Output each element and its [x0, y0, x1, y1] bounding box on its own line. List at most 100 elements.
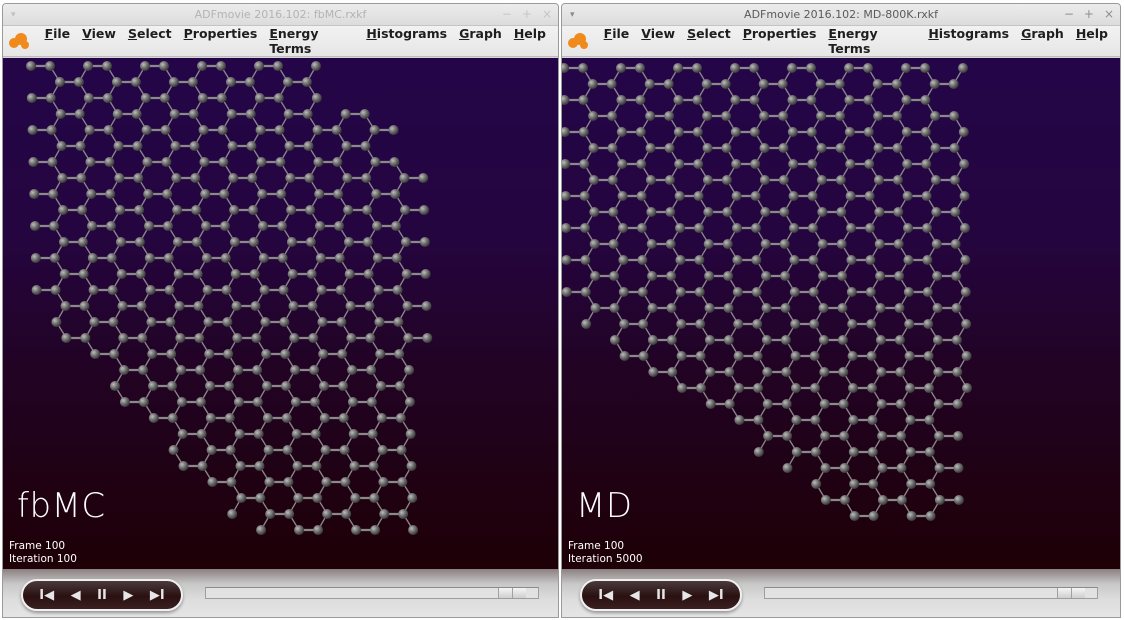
menu-select[interactable]: Select [687, 26, 731, 56]
window-menu-icon[interactable]: ▾ [11, 10, 16, 20]
previous-frame-button[interactable]: ◀ [630, 589, 640, 602]
carbon-atom [806, 95, 817, 105]
carbon-atom [723, 335, 734, 345]
menu-properties[interactable]: Properties [743, 26, 817, 56]
carbon-atom [863, 95, 874, 105]
menu-file[interactable]: File [45, 26, 71, 56]
carbon-atom [253, 429, 264, 439]
carbon-atom [891, 79, 902, 89]
carbon-atom [197, 93, 208, 103]
carbon-atom [367, 429, 378, 439]
menu-file[interactable]: File [604, 26, 630, 56]
carbon-atom [220, 253, 231, 263]
first-frame-button[interactable]: I◀ [598, 589, 613, 602]
iteration-number: Iteration 5000 [568, 553, 643, 565]
frame-slider[interactable] [764, 587, 1098, 599]
next-frame-button[interactable]: ▶ [682, 589, 692, 602]
carbon-atom [924, 383, 934, 393]
carbon-atom [319, 381, 329, 391]
molecule-viewport[interactable]: MD Frame 100 Iteration 5000 [562, 58, 1120, 569]
carbon-atom [588, 111, 599, 121]
maximize-button[interactable]: + [1084, 7, 1094, 21]
carbon-atom [863, 63, 873, 73]
menu-energy-terms[interactable]: Energy Terms [269, 26, 354, 56]
carbon-atom [376, 381, 386, 391]
carbon-atom [61, 333, 72, 343]
maximize-button[interactable]: + [522, 7, 532, 21]
carbon-atom [113, 141, 124, 151]
minimize-button[interactable]: − [502, 7, 512, 21]
carbon-atom [562, 159, 571, 169]
title-bar[interactable]: ▾ ADFmovie 2016.102: MD-800K.rxkf − + × [562, 4, 1120, 26]
carbon-atom [702, 175, 713, 185]
menu-properties[interactable]: Properties [184, 26, 258, 56]
carbon-atom [304, 173, 315, 183]
menu-histograms[interactable]: Histograms [366, 26, 447, 56]
carbon-atom [199, 157, 210, 167]
menu-energy-terms[interactable]: Energy Terms [828, 26, 916, 56]
carbon-atom [334, 253, 345, 263]
carbon-atom [27, 125, 38, 135]
carbon-atom [839, 495, 850, 505]
carbon-atom [273, 93, 284, 103]
carbon-atom [225, 77, 236, 87]
menu-select[interactable]: Select [128, 26, 172, 56]
carbon-atom [321, 477, 332, 487]
close-button[interactable]: × [1104, 7, 1114, 21]
carbon-atom [397, 477, 408, 487]
carbon-atom [811, 479, 822, 489]
carbon-atom [817, 207, 828, 217]
carbon-atom [847, 351, 858, 361]
close-button[interactable]: × [542, 7, 552, 21]
title-bar[interactable]: ▾ ADFmovie 2016.102: fbMC.rxkf − + × [3, 4, 558, 26]
carbon-atom [637, 255, 648, 265]
menu-histograms[interactable]: Histograms [928, 26, 1009, 56]
carbon-atom [373, 285, 384, 295]
carbon-atom [618, 255, 629, 265]
carbon-atom [364, 301, 375, 311]
carbon-atom [171, 173, 182, 183]
menu-help[interactable]: Help [1076, 26, 1108, 56]
frame-slider-thumb[interactable] [1057, 588, 1085, 598]
molecule-viewport[interactable]: fbMC Frame 100 Iteration 100 [3, 58, 558, 569]
carbon-atom [233, 365, 244, 375]
previous-frame-button[interactable]: ◀ [71, 589, 81, 602]
playback-controls: I◀ ◀ II ▶ ▶I [3, 569, 558, 617]
carbon-atom [675, 223, 685, 233]
frame-slider[interactable] [205, 587, 539, 599]
carbon-atom [876, 367, 887, 377]
carbon-atom [90, 349, 101, 359]
pause-button[interactable]: II [97, 589, 107, 602]
carbon-atom [752, 319, 763, 329]
carbon-atom [579, 159, 590, 169]
menu-view[interactable]: View [641, 26, 675, 56]
carbon-atom [400, 237, 411, 247]
pause-button[interactable]: II [656, 589, 666, 602]
carbon-atom [197, 461, 208, 471]
carbon-atom [666, 303, 677, 313]
last-frame-button[interactable]: ▶I [150, 589, 165, 602]
carbon-atom [673, 63, 683, 73]
carbon-atom [175, 333, 186, 343]
first-frame-button[interactable]: I◀ [39, 589, 54, 602]
carbon-atom [135, 269, 146, 279]
minimize-button[interactable]: − [1064, 7, 1074, 21]
carbon-atom [47, 157, 58, 167]
menu-graph[interactable]: Graph [1021, 26, 1064, 56]
carbon-atom [204, 349, 215, 359]
carbon-atom [227, 509, 238, 519]
window-menu-icon[interactable]: ▾ [570, 10, 575, 20]
menu-graph[interactable]: Graph [459, 26, 502, 56]
next-frame-button[interactable]: ▶ [123, 589, 133, 602]
menu-help[interactable]: Help [514, 26, 546, 56]
carbon-atom [290, 397, 301, 407]
carbon-atom [315, 253, 326, 263]
last-frame-button[interactable]: ▶I [709, 589, 724, 602]
carbon-atom [962, 383, 972, 393]
carbon-atom [167, 381, 177, 391]
carbon-atom [283, 109, 294, 119]
carbon-atom [167, 413, 178, 423]
carbon-atom [874, 207, 885, 217]
frame-slider-thumb[interactable] [498, 588, 526, 598]
menu-view[interactable]: View [82, 26, 116, 56]
